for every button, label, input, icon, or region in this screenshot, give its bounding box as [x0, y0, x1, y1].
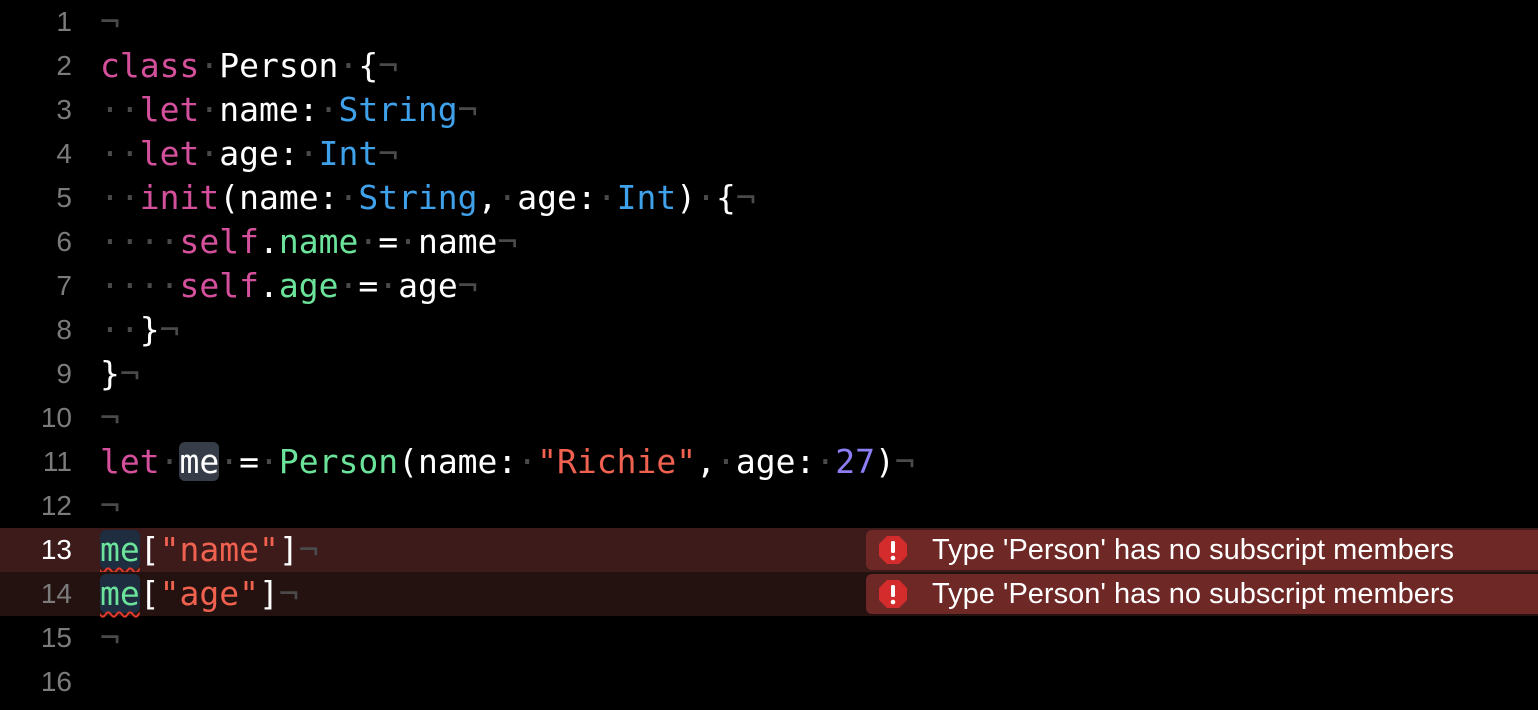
code-line-10[interactable]: 10 ¬	[0, 396, 1538, 440]
code-text: let·me·=·Person(name:·"Richie",·age:·27)…	[100, 442, 915, 481]
code-line-8[interactable]: 8 ··}¬	[0, 308, 1538, 352]
code-text: ¬	[100, 618, 120, 657]
error-message: Type 'Person' has no subscript members	[932, 533, 1455, 566]
code-line-6[interactable]: 6 ····self.name·=·name¬	[0, 220, 1538, 264]
code-line-14[interactable]: 14 me["age"]¬ Type 'Person' has no subsc…	[0, 572, 1538, 616]
code-text: me["name"]¬	[100, 530, 319, 569]
line-number: 11	[42, 446, 72, 477]
code-line-15[interactable]: 15 ¬	[0, 616, 1538, 660]
line-number: 7	[56, 270, 72, 301]
code-line-7[interactable]: 7 ····self.age·=·age¬	[0, 264, 1538, 308]
line-number: 1	[56, 6, 72, 37]
code-text: ¬	[100, 486, 120, 525]
code-line-1[interactable]: 1 ¬	[0, 0, 1538, 44]
error-icon	[874, 531, 912, 569]
code-line-3[interactable]: 3 ··let·name:·String¬	[0, 88, 1538, 132]
code-text: ····self.name·=·name¬	[100, 222, 518, 261]
line-number: 5	[56, 182, 72, 213]
code-text: ··}¬	[100, 310, 180, 349]
line-number: 13	[40, 534, 72, 565]
line-number: 10	[40, 402, 72, 433]
line-number: 12	[40, 490, 72, 521]
error-message: Type 'Person' has no subscript members	[932, 577, 1455, 610]
code-line-2[interactable]: 2 class·Person·{¬	[0, 44, 1538, 88]
code-text: ····self.age·=·age¬	[100, 266, 478, 305]
code-text: ··init(name:·String,·age:·Int)·{¬	[100, 178, 756, 217]
code-text: me["age"]¬	[100, 574, 299, 613]
error-banner[interactable]: Type 'Person' has no subscript members	[866, 530, 1538, 570]
code-text: }¬	[100, 354, 140, 393]
code-line-12[interactable]: 12 ¬	[0, 484, 1538, 528]
code-line-5[interactable]: 5 ··init(name:·String,·age:·Int)·{¬	[0, 176, 1538, 220]
code-line-16[interactable]: 16	[0, 660, 1538, 704]
highlighted-symbol[interactable]: me	[100, 574, 140, 613]
code-line-9[interactable]: 9 }¬	[0, 352, 1538, 396]
line-number: 8	[56, 314, 72, 345]
highlighted-symbol[interactable]: me	[179, 442, 220, 481]
code-text: ··let·age:·Int¬	[100, 134, 399, 173]
highlighted-symbol[interactable]: me	[100, 530, 140, 569]
code-text: ¬	[100, 398, 120, 437]
line-number: 6	[56, 226, 72, 257]
line-number: 16	[40, 666, 72, 697]
line-number: 2	[56, 50, 72, 81]
line-number: 15	[40, 622, 72, 653]
error-banner[interactable]: Type 'Person' has no subscript members	[866, 574, 1538, 614]
code-editor[interactable]: 1 ¬ 2 class·Person·{¬ 3 ··let·name:·Stri…	[0, 0, 1538, 710]
line-number: 9	[56, 358, 72, 389]
code-text: class·Person·{¬	[100, 46, 399, 85]
code-text: ¬	[100, 2, 120, 41]
code-line-4[interactable]: 4 ··let·age:·Int¬	[0, 132, 1538, 176]
code-text: ··let·name:·String¬	[100, 90, 478, 129]
line-number: 4	[56, 138, 72, 169]
line-number: 3	[56, 94, 72, 125]
error-icon	[874, 575, 912, 613]
code-line-11[interactable]: 11 let·me·=·Person(name:·"Richie",·age:·…	[0, 440, 1538, 484]
code-line-13[interactable]: 13 me["name"]¬ Type 'Person' has no subs…	[0, 528, 1538, 572]
line-number: 14	[40, 578, 72, 609]
